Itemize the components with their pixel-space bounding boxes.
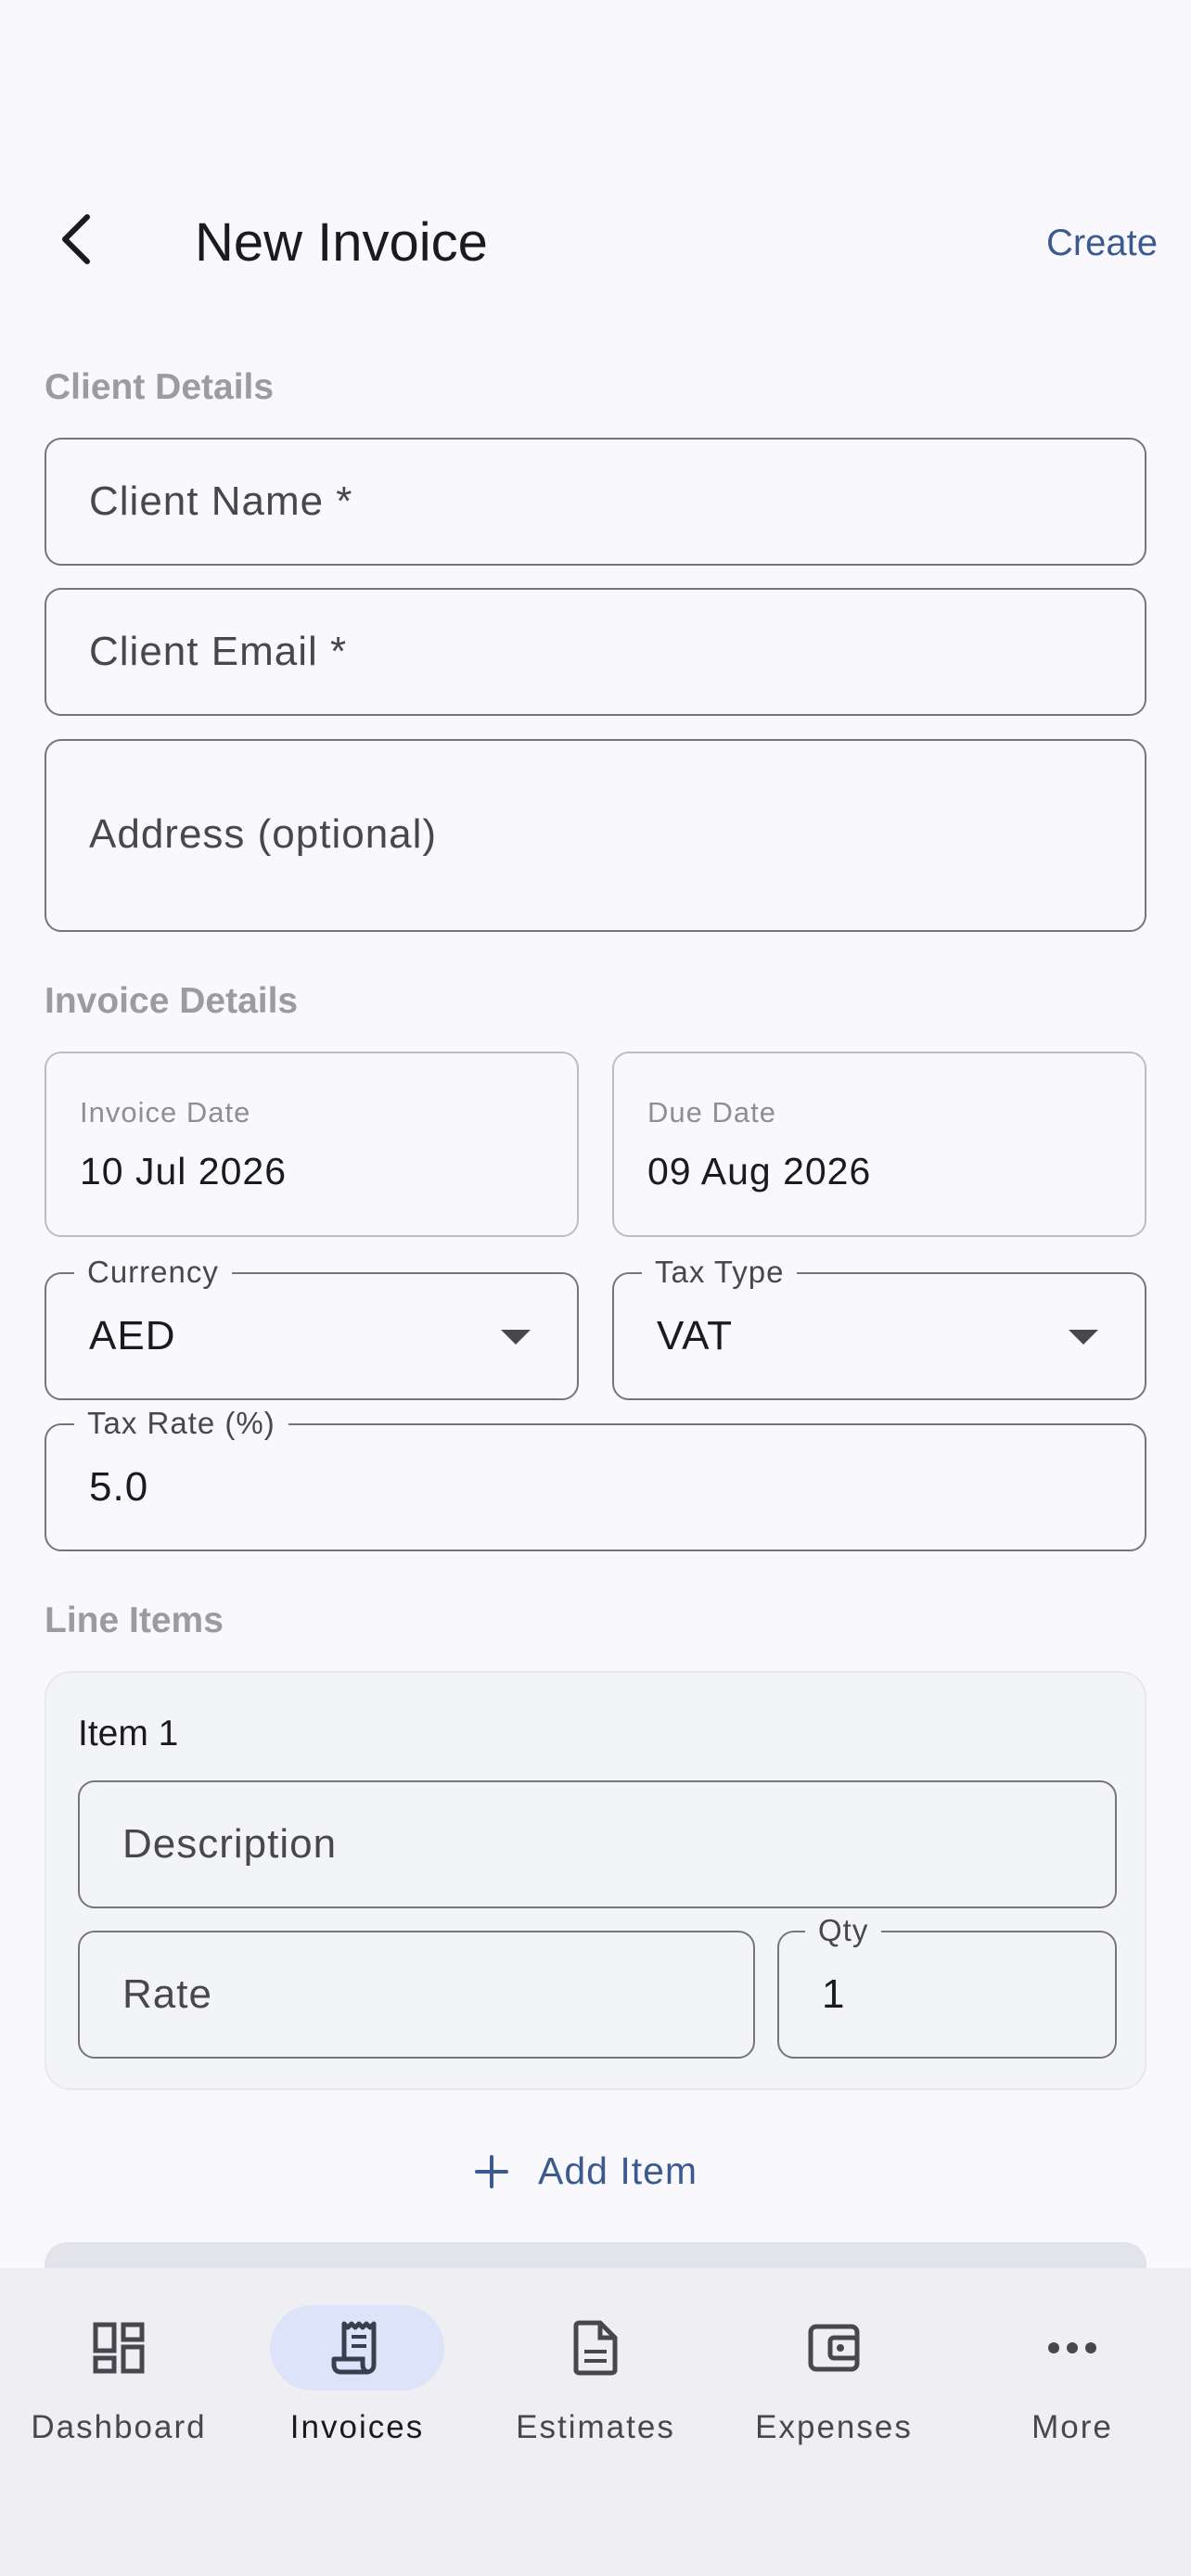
- tax-type-value: VAT: [657, 1313, 734, 1358]
- nav-label-expenses: Expenses: [755, 2409, 913, 2445]
- receipt-icon: [331, 2321, 377, 2375]
- rate-placeholder: Rate: [122, 1971, 212, 2017]
- page-title: New Invoice: [195, 212, 488, 273]
- invoice-details-heading: Invoice Details: [45, 981, 299, 1021]
- currency-select[interactable]: Currency AED: [45, 1254, 579, 1400]
- nav-item-more[interactable]: More: [954, 2305, 1191, 2472]
- client-name-placeholder: Client Name *: [89, 478, 353, 524]
- currency-label: Currency: [74, 1254, 232, 1291]
- nav-label-invoices: Invoices: [289, 2409, 425, 2445]
- nav-item-invoices[interactable]: Invoices: [238, 2305, 476, 2472]
- wallet-icon: [808, 2324, 860, 2372]
- add-item-label: Add Item: [538, 2149, 698, 2192]
- bottom-navigation: Dashboard Invoices Estimates Expenses Mo…: [0, 2268, 1191, 2576]
- tax-type-label: Tax Type: [642, 1254, 798, 1291]
- create-button[interactable]: Create: [1046, 215, 1158, 271]
- nav-label-dashboard: Dashboard: [31, 2409, 207, 2445]
- nav-item-expenses[interactable]: Expenses: [715, 2305, 953, 2472]
- invoice-date-label: Invoice Date: [80, 1096, 251, 1129]
- address-input[interactable]: Address (optional): [45, 739, 1146, 932]
- add-item-button[interactable]: Add Item: [473, 2149, 698, 2193]
- client-name-input[interactable]: Client Name *: [45, 438, 1146, 566]
- line-items-heading: Line Items: [45, 1600, 224, 1640]
- rate-input[interactable]: Rate: [78, 1931, 755, 2059]
- due-date-label: Due Date: [647, 1096, 776, 1129]
- plus-icon: [475, 2154, 508, 2188]
- nav-active-indicator: [270, 2305, 444, 2391]
- client-details-heading: Client Details: [45, 367, 275, 407]
- description-placeholder: Description: [122, 1821, 338, 1867]
- more-horizontal-icon: [1048, 2342, 1096, 2353]
- chevron-left-icon: [62, 214, 90, 264]
- qty-input[interactable]: Qty 1: [777, 1912, 1117, 2059]
- invoice-date-field[interactable]: Invoice Date 10 Jul 2026: [45, 1052, 579, 1237]
- tax-type-select[interactable]: Tax Type VAT: [612, 1254, 1146, 1400]
- line-item-title: Item 1: [78, 1714, 179, 1753]
- dropdown-arrow-icon: [501, 1330, 531, 1345]
- description-input[interactable]: Description: [78, 1780, 1117, 1908]
- line-item-card: Item 1 Description Rate Qty 1: [45, 1671, 1146, 2090]
- nav-label-estimates: Estimates: [516, 2409, 675, 2445]
- nav-item-estimates[interactable]: Estimates: [477, 2305, 714, 2472]
- due-date-field[interactable]: Due Date 09 Aug 2026: [612, 1052, 1146, 1237]
- qty-value: 1: [822, 1971, 846, 2017]
- client-email-placeholder: Client Email *: [89, 629, 348, 674]
- dropdown-arrow-icon: [1069, 1330, 1098, 1345]
- address-placeholder: Address (optional): [89, 811, 438, 857]
- nav-label-more: More: [1031, 2409, 1113, 2445]
- document-icon: [573, 2320, 618, 2376]
- due-date-value: 09 Aug 2026: [647, 1150, 872, 1192]
- client-email-input[interactable]: Client Email *: [45, 588, 1146, 716]
- qty-label: Qty: [805, 1912, 882, 1949]
- tax-rate-label: Tax Rate (%): [74, 1405, 288, 1442]
- currency-value: AED: [89, 1313, 176, 1358]
- dashboard-icon: [93, 2322, 145, 2374]
- new-invoice-screen: New Invoice Create Client Details Client…: [0, 0, 1191, 2576]
- invoice-date-value: 10 Jul 2026: [80, 1150, 288, 1192]
- tax-rate-value: 5.0: [89, 1464, 149, 1510]
- back-button[interactable]: [43, 206, 109, 273]
- nav-item-dashboard[interactable]: Dashboard: [0, 2305, 237, 2472]
- tax-rate-input[interactable]: Tax Rate (%) 5.0: [45, 1405, 1146, 1551]
